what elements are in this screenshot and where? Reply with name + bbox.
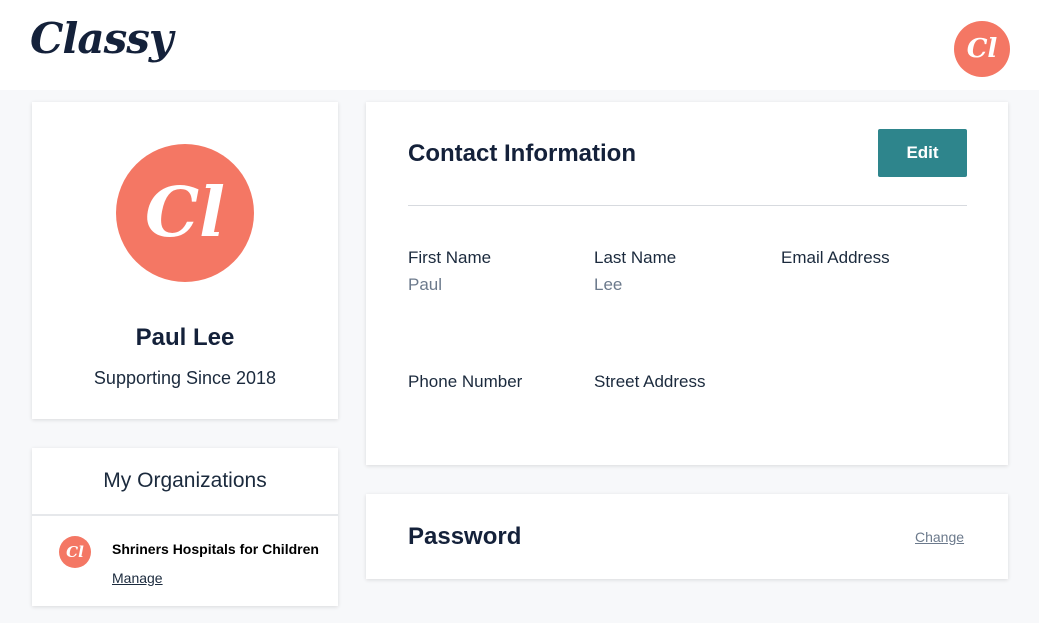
top-bar: Classy Cl [0,0,1039,90]
last-name-label: Last Name [594,248,677,267]
profile-avatar: Cl [116,144,254,282]
change-password-link[interactable]: Change [915,529,964,545]
organization-manage-link[interactable]: Manage [112,570,163,586]
password-title: Password [408,523,522,550]
first-name-label: First Name [408,248,492,267]
profile-card: Cl Paul Lee Supporting Since 2018 [32,102,338,419]
organization-name: Shriners Hospitals for Children [112,541,319,557]
my-organizations-title: My Organizations [32,448,338,516]
user-avatar-button[interactable]: Cl [954,21,1010,77]
phone-number-label: Phone Number [408,372,523,391]
profile-name: Paul Lee [135,324,235,351]
my-organizations-card: My Organizations Cl Shriners Hospitals f… [32,448,338,606]
contact-information-title: Contact Information [408,140,636,167]
supporting-since-text: Supporting Since 2018 [93,368,277,388]
section-divider [408,205,967,206]
organization-avatar: Cl [59,536,91,568]
email-address-label: Email Address [781,248,890,267]
contact-information-card: Contact Information Edit First Name Paul… [366,102,1008,465]
edit-button[interactable]: Edit [878,129,967,177]
first-name-value: Paul [408,275,443,294]
password-card: Password Change [366,494,1008,579]
last-name-value: Lee [594,275,623,294]
street-address-label: Street Address [594,372,706,391]
classy-logo[interactable]: Classy [30,14,173,63]
